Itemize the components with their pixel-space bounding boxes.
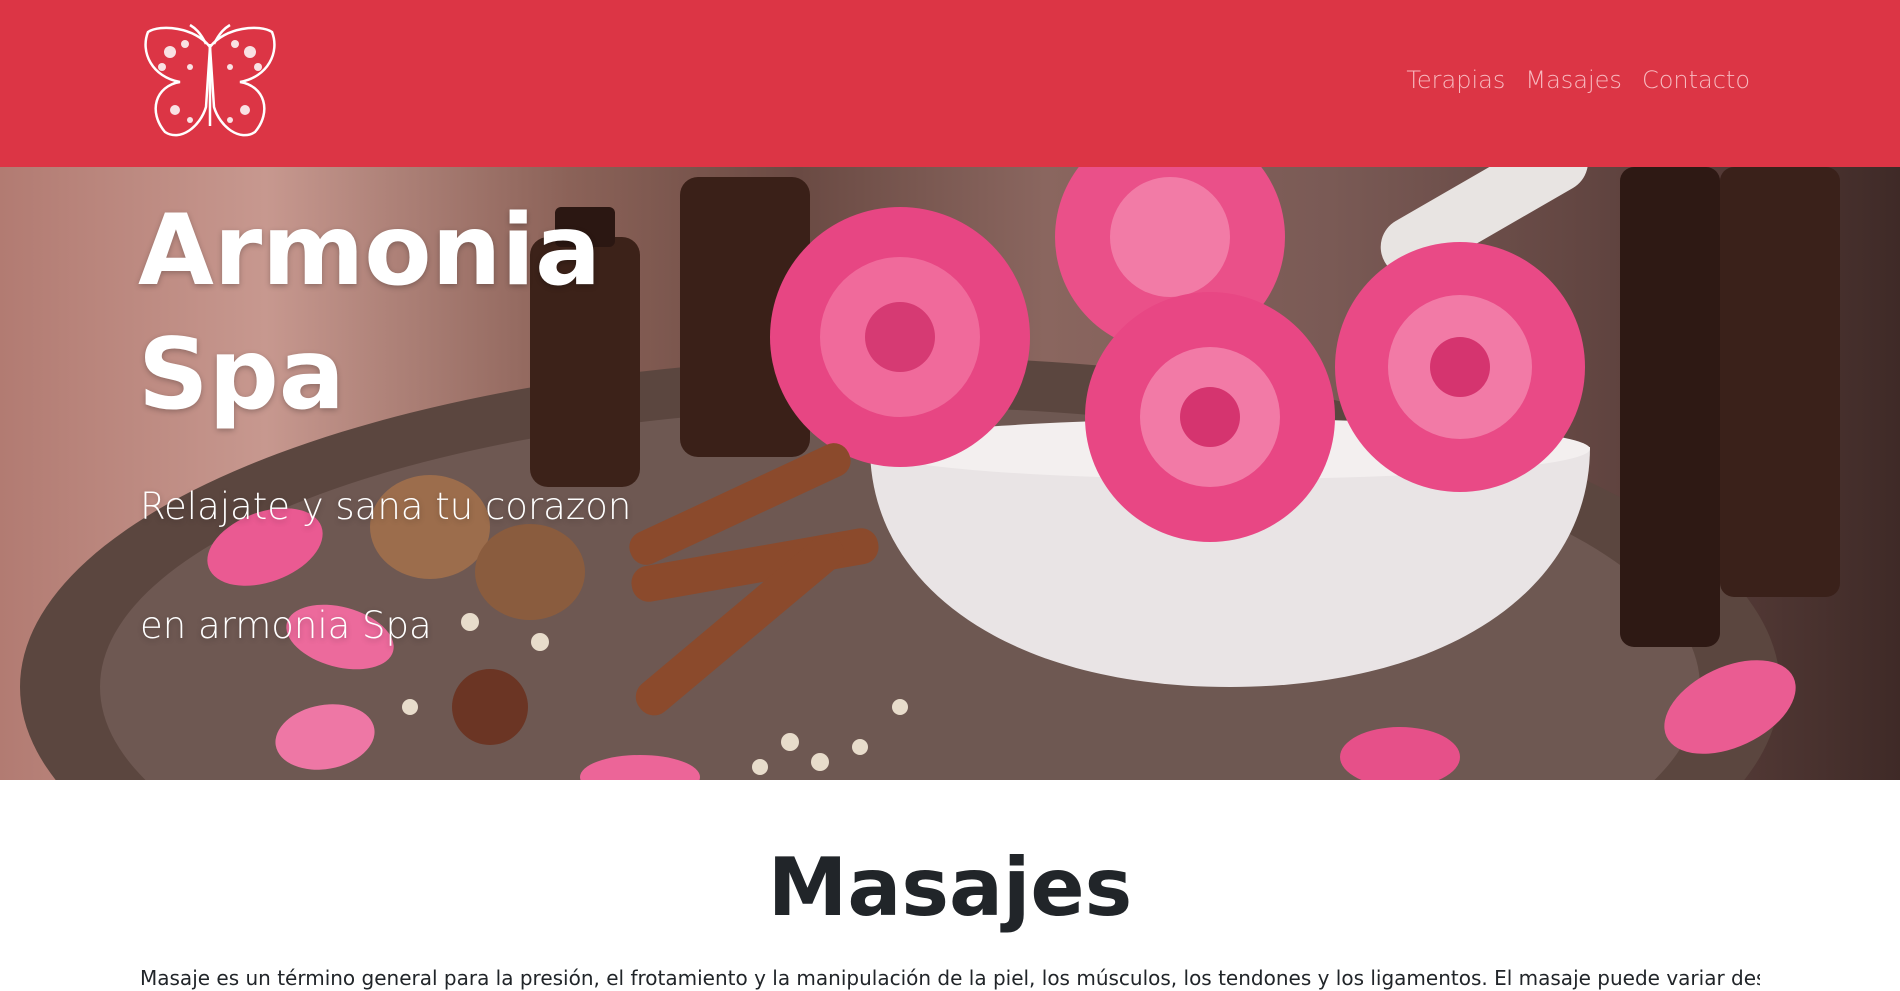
- nav-link-masajes[interactable]: Masajes: [1525, 66, 1622, 94]
- butterfly-logo[interactable]: [140, 22, 280, 144]
- nav-link-contacto[interactable]: Contacto: [1642, 66, 1750, 94]
- section-text: Masaje es un término general para la pre…: [140, 966, 1760, 990]
- hero-banner: Armonia Spa Relajate y sana tu corazon e…: [0, 167, 1900, 780]
- main-nav: Terapias Masajes Contacto: [1406, 66, 1750, 94]
- nav-link-terapias[interactable]: Terapias: [1406, 66, 1505, 94]
- hero-title: Armonia Spa: [138, 194, 602, 432]
- hero-subtitle-line1: Relajate y sana tu corazon: [140, 485, 632, 528]
- hero-subtitle-line2: en armonia Spa: [140, 604, 432, 647]
- navbar: Terapias Masajes Contacto: [0, 0, 1900, 167]
- section-title: Masajes: [767, 841, 1133, 934]
